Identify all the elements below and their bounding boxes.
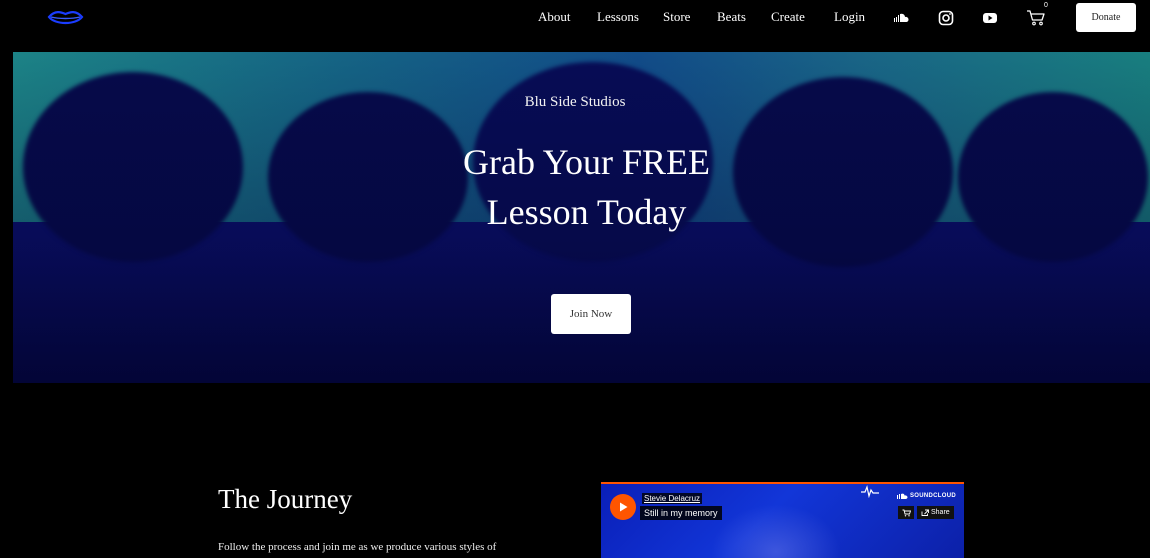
hero-title-line-1: Grab Your FREE [462, 142, 711, 182]
cart-count-badge: 0 [1044, 2, 1048, 9]
lips-logo-icon[interactable] [47, 9, 84, 26]
soundcloud-brand[interactable]: SOUNDCLOUD [897, 493, 956, 499]
nav-about[interactable]: About [538, 9, 571, 25]
join-now-button[interactable]: Join Now [551, 294, 631, 334]
nav-create[interactable]: Create [771, 9, 805, 25]
cart-icon [902, 509, 911, 516]
journey-text: Follow the process and join me as we pro… [218, 541, 497, 553]
share-label: Share [931, 509, 950, 516]
hero-subtitle: Blu Side Studios [524, 94, 626, 110]
site-header: About Lessons Store Beats Create Login 0… [0, 0, 1150, 52]
artwork-image [711, 504, 841, 558]
hero-title: Grab Your FREE Lesson Today [0, 137, 1150, 237]
soundcloud-player[interactable]: Stevie Delacruz Still in my memory SOUND… [601, 482, 964, 558]
nav-store[interactable]: Store [663, 9, 690, 25]
track-title[interactable]: Still in my memory [640, 506, 722, 520]
play-icon [620, 502, 628, 512]
youtube-icon[interactable] [982, 10, 998, 26]
donate-button[interactable]: Donate [1076, 3, 1136, 32]
journey-heading: The Journey [218, 484, 353, 514]
cart-icon[interactable] [1026, 9, 1046, 27]
soundcloud-icon[interactable] [893, 10, 909, 26]
artist-link[interactable]: Stevie Delacruz [642, 493, 703, 504]
instagram-icon[interactable] [938, 10, 954, 26]
nav-lessons[interactable]: Lessons [597, 9, 639, 25]
hero-title-line-2: Lesson Today [486, 192, 687, 232]
buy-button[interactable] [898, 506, 914, 519]
share-icon [921, 509, 929, 516]
soundcloud-brand-label: SOUNDCLOUD [910, 493, 956, 499]
nav-beats[interactable]: Beats [717, 9, 746, 25]
share-button[interactable]: Share [917, 506, 954, 519]
play-button[interactable] [610, 494, 636, 520]
soundcloud-logo-icon [897, 493, 908, 499]
nav-login[interactable]: Login [834, 9, 865, 25]
waveform-icon [861, 484, 879, 498]
